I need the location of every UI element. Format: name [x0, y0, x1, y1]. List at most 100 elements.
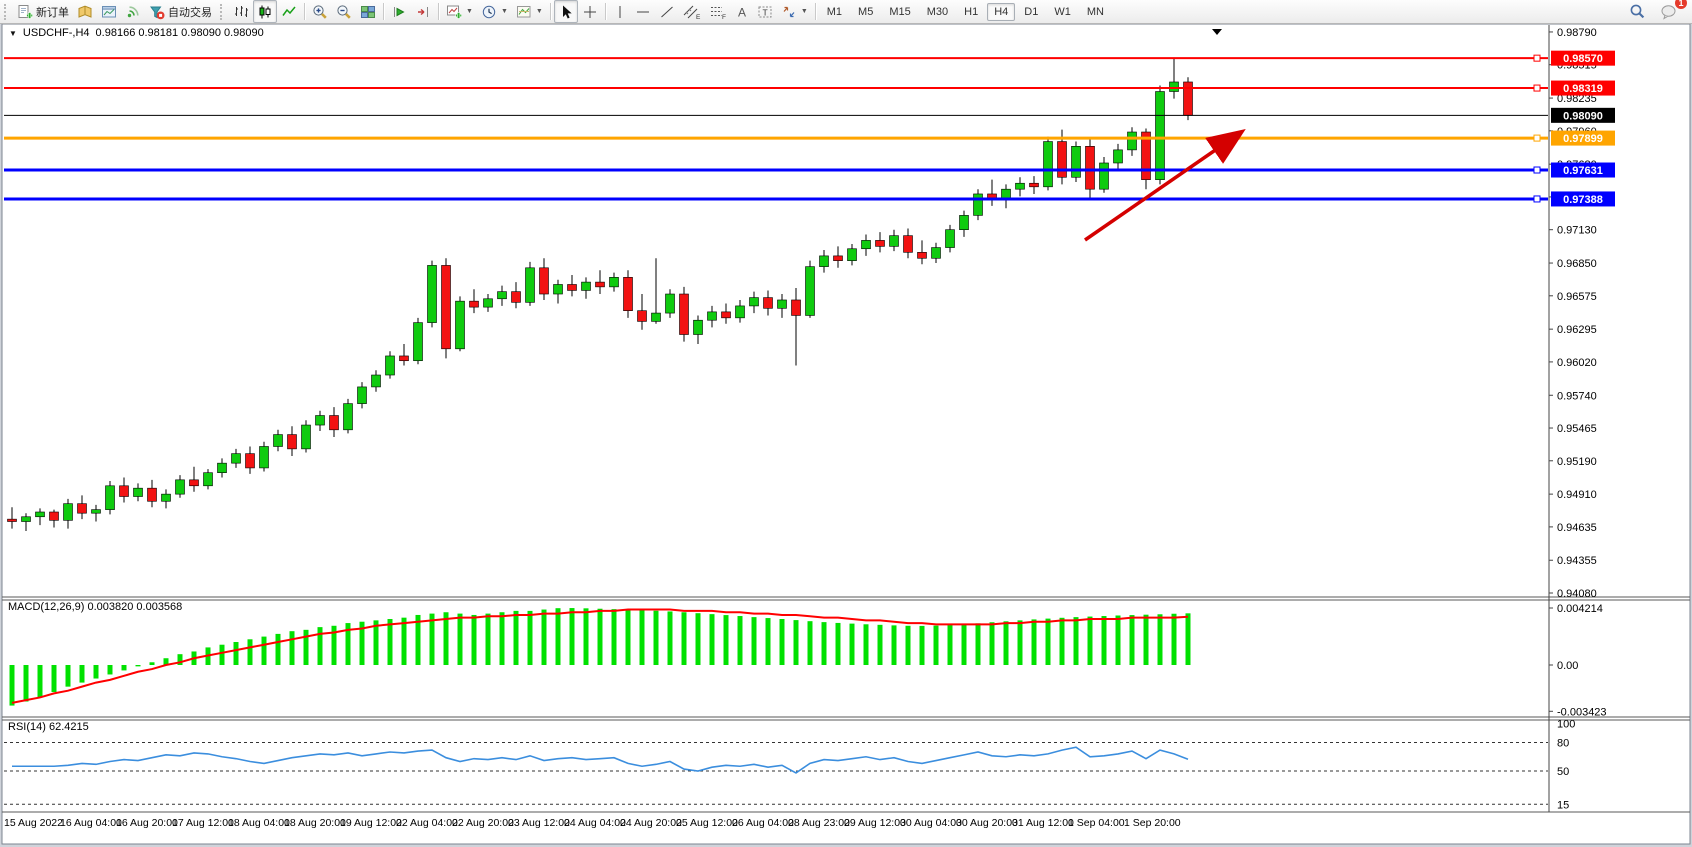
candlestick-icon [257, 4, 273, 20]
new-chart-button[interactable] [97, 0, 121, 23]
chart-canvas[interactable]: 0.987900.985150.982350.979600.976800.974… [0, 0, 1692, 847]
chart-shift-icon [415, 4, 431, 20]
x-axis-label: 30 Aug 20:00 [956, 817, 1018, 829]
text-icon: A [735, 4, 749, 20]
auto-trading-label: 自动交易 [168, 4, 212, 20]
bar-chart-icon [233, 4, 249, 20]
text-label-tool-button[interactable]: T [753, 0, 777, 23]
signals-button[interactable] [121, 0, 145, 23]
line-handle[interactable] [1534, 167, 1540, 173]
auto-scroll-button[interactable] [387, 0, 411, 23]
price-label: 0.98570 [1551, 51, 1615, 66]
new-order-label: 新订单 [36, 4, 69, 20]
time-axis: 15 Aug 202216 Aug 04:0016 Aug 20:0017 Au… [4, 817, 1181, 829]
toolbar-grip[interactable] [4, 4, 10, 20]
timeframe-button-M5[interactable]: M5 [851, 3, 880, 21]
new-chart-icon [101, 4, 117, 20]
svg-text:0.94910: 0.94910 [1557, 489, 1597, 501]
svg-text:0.95465: 0.95465 [1557, 423, 1597, 435]
arrows-tool-button[interactable]: ▼ [777, 0, 812, 23]
equidistant-channel-tool-button[interactable]: E [679, 0, 705, 23]
new-order-button[interactable]: 新订单 [13, 0, 73, 23]
x-axis-label: 16 Aug 20:00 [116, 817, 178, 829]
svg-text:0.97899: 0.97899 [1563, 133, 1603, 145]
x-axis-label: 17 Aug 12:00 [172, 817, 234, 829]
timeframe-button-M15[interactable]: M15 [882, 3, 917, 21]
macd-indicator-label: MACD(12,26,9) 0.003820 0.003568 [8, 601, 182, 613]
x-axis-label: 15 Aug 2022 [4, 817, 63, 829]
notifications-button[interactable]: 1 [1656, 0, 1682, 23]
x-axis-label: 24 Aug 20:00 [620, 817, 682, 829]
indicators-button[interactable]: ▼ [442, 0, 477, 23]
cursor-tool-button[interactable] [554, 0, 578, 23]
timeframe-button-D1[interactable]: D1 [1017, 3, 1045, 21]
svg-text:0.95190: 0.95190 [1557, 456, 1597, 468]
crosshair-tool-button[interactable] [578, 0, 602, 23]
auto-trading-button[interactable]: 自动交易 [145, 0, 216, 23]
timeframe-button-M1[interactable]: M1 [820, 3, 849, 21]
bar-chart-mode-button[interactable] [229, 0, 253, 23]
line-handle[interactable] [1534, 85, 1540, 91]
templates-button[interactable]: ▼ [512, 0, 547, 23]
line-chart-mode-button[interactable] [277, 0, 301, 23]
equidistant-channel-icon: E [683, 4, 701, 20]
chevron-down-icon: ▼ [536, 8, 543, 15]
chevron-down-icon: ▼ [501, 8, 508, 15]
periods-button[interactable]: ▼ [477, 0, 512, 23]
fibonacci-tool-button[interactable]: F [705, 0, 731, 23]
candlestick-mode-button[interactable] [253, 0, 277, 23]
x-axis-label: 23 Aug 12:00 [508, 817, 570, 829]
timeframe-button-M30[interactable]: M30 [920, 3, 955, 21]
price-label: 0.98319 [1551, 81, 1615, 96]
price-label: 0.97899 [1551, 131, 1615, 146]
notification-badge: 1 [1675, 0, 1687, 9]
x-axis-label: 1 Sep 04:00 [1068, 817, 1125, 829]
zoom-in-button[interactable] [308, 0, 332, 23]
chevron-down-icon: ▼ [466, 8, 473, 15]
svg-text:50: 50 [1557, 766, 1569, 778]
chart-shift-button[interactable] [411, 0, 435, 23]
svg-text:0.98319: 0.98319 [1563, 83, 1603, 95]
vertical-line-icon [613, 4, 627, 20]
svg-text:0.95740: 0.95740 [1557, 390, 1597, 402]
timeframe-button-W1[interactable]: W1 [1047, 3, 1078, 21]
price-label: 0.98090 [1551, 108, 1615, 123]
search-button[interactable] [1625, 0, 1650, 23]
svg-text:-0.003423: -0.003423 [1557, 706, 1607, 718]
svg-text:0.94355: 0.94355 [1557, 555, 1597, 567]
toolbar-separator [550, 3, 551, 20]
line-handle[interactable] [1534, 55, 1540, 61]
svg-text:0.98090: 0.98090 [1563, 110, 1603, 122]
toolbar-separator [605, 3, 606, 20]
chart-ohlc-values: 0.98166 0.98181 0.98090 0.98090 [96, 27, 264, 39]
timeframe-button-H1[interactable]: H1 [957, 3, 985, 21]
timeframe-button-MN[interactable]: MN [1080, 3, 1111, 21]
svg-text:0.97130: 0.97130 [1557, 225, 1597, 237]
toolbar-grip[interactable] [220, 4, 226, 20]
trendline-tool-button[interactable] [655, 0, 679, 23]
template-icon [516, 4, 532, 20]
auto-trading-icon [149, 4, 165, 20]
chart-symbol-title: USDCHF-,H4 [23, 27, 90, 39]
zoom-out-button[interactable] [332, 0, 356, 23]
cursor-icon [558, 4, 574, 20]
zoom-in-icon [312, 4, 328, 20]
tile-windows-button[interactable] [356, 0, 380, 23]
indicators-icon [446, 4, 462, 20]
signals-icon [125, 4, 141, 20]
svg-text:E: E [696, 14, 701, 20]
market-watch-button[interactable] [73, 0, 97, 23]
line-chart-icon [281, 4, 297, 20]
main-toolbar: 新订单 自动交易 [0, 0, 1692, 24]
text-tool-button[interactable]: A [731, 0, 753, 23]
svg-text:0.98790: 0.98790 [1557, 27, 1597, 39]
horizontal-line-tool-button[interactable] [631, 0, 655, 23]
timeframe-button-H4[interactable]: H4 [987, 3, 1015, 21]
collapse-chart-icon[interactable]: ▼ [9, 29, 17, 38]
svg-text:0.98570: 0.98570 [1563, 53, 1603, 65]
x-axis-label: 26 Aug 04:00 [732, 817, 794, 829]
line-handle[interactable] [1534, 196, 1540, 202]
new-order-icon [17, 4, 33, 20]
vertical-line-tool-button[interactable] [609, 0, 631, 23]
line-handle[interactable] [1534, 135, 1540, 141]
